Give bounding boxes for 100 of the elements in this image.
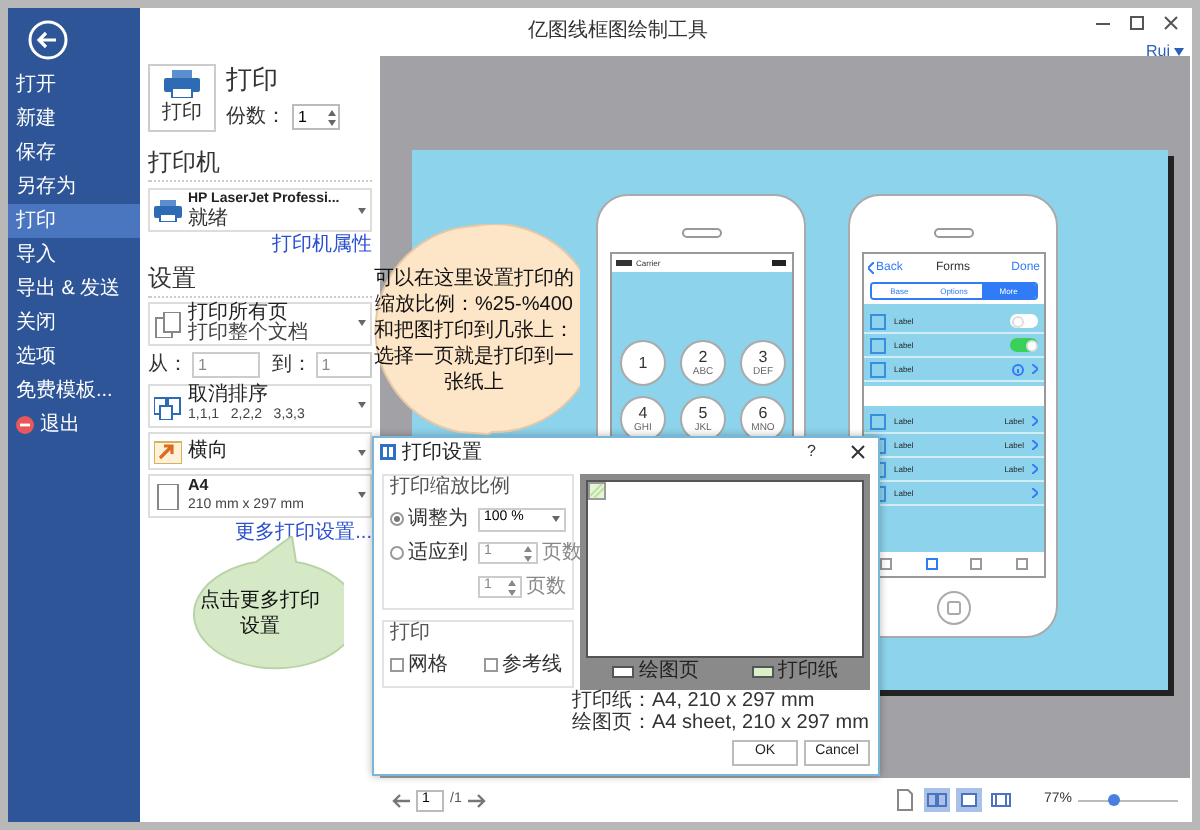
legend-label: 绘图页 bbox=[638, 660, 699, 682]
sidebar-item[interactable]: 免费模板... bbox=[8, 374, 140, 408]
section-heading: 打印机 bbox=[148, 144, 372, 182]
arrow-right-icon[interactable] bbox=[467, 793, 486, 807]
setting-title: 取消排序 bbox=[188, 386, 270, 406]
radio-option[interactable]: 调整为 bbox=[390, 504, 474, 534]
help-button[interactable]: ? bbox=[807, 440, 816, 464]
chevron-left-icon bbox=[868, 262, 874, 274]
chevron-right-icon bbox=[1032, 464, 1038, 474]
legend-label: 打印纸 bbox=[777, 660, 838, 682]
printer-properties-link[interactable]: 打印机属性 bbox=[272, 234, 372, 258]
caret-icon bbox=[358, 208, 366, 214]
section-heading: 设置 bbox=[148, 260, 372, 298]
window-title: 亿图线框图绘制工具 bbox=[528, 17, 708, 46]
print-button[interactable]: 打印 bbox=[148, 64, 216, 132]
printed-page-icon bbox=[588, 482, 606, 500]
signal-icon bbox=[616, 260, 632, 266]
chevron-right-icon bbox=[1032, 488, 1038, 498]
printer-status: 就绪 bbox=[188, 210, 230, 230]
sidebar-item[interactable]: 退出 bbox=[8, 408, 140, 442]
speech-bubble-tooltip: 可以在这里设置打印的 缩放比例：%25-%400 和把图打印到几张上： 选择一页就是打印到一 张纸上 bbox=[368, 224, 580, 436]
toggle-switch[interactable] bbox=[1010, 314, 1038, 328]
dialog-title: 打印设置 bbox=[402, 439, 482, 467]
from-label: 从： bbox=[148, 351, 188, 380]
checkbox-option[interactable]: 参考线 bbox=[484, 650, 562, 680]
spinner-icon bbox=[328, 109, 336, 125]
info-icon bbox=[1012, 363, 1024, 375]
sidebar-item[interactable]: 选项 bbox=[8, 340, 140, 374]
user-name[interactable]: Rui bbox=[1145, 40, 1170, 64]
caret-icon bbox=[552, 516, 560, 522]
setting-subtitle: 打印整个文档 bbox=[188, 324, 308, 344]
tab-icon[interactable] bbox=[880, 558, 893, 570]
tab-icon[interactable] bbox=[970, 558, 983, 570]
tab-icon[interactable] bbox=[925, 558, 938, 570]
speaker-icon bbox=[934, 228, 974, 238]
maximize-icon[interactable] bbox=[1128, 14, 1146, 32]
pages-icon bbox=[154, 311, 182, 337]
setting-dropdown[interactable]: 横向 bbox=[148, 432, 372, 470]
square-icon bbox=[870, 313, 886, 329]
info-text: 打印纸：A4, 210 x 297 mm bbox=[572, 690, 817, 712]
keypad-key[interactable]: 1 bbox=[620, 340, 666, 386]
dialog-icon bbox=[380, 444, 396, 460]
unit-label: 页数 bbox=[526, 574, 566, 602]
to-field[interactable]: 1 bbox=[315, 352, 372, 378]
view-mode-icon[interactable] bbox=[987, 788, 1014, 812]
sidebar-item[interactable]: 导入 bbox=[8, 238, 140, 272]
orientation-icon bbox=[154, 438, 182, 464]
from-field[interactable]: 1 bbox=[192, 352, 260, 378]
info-text: 绘图页：A4 sheet, 210 x 297 mm bbox=[572, 712, 870, 734]
sidebar-item[interactable]: 打印 bbox=[8, 204, 140, 238]
collate-icon bbox=[154, 393, 182, 419]
setting-title: 横向 bbox=[188, 441, 228, 461]
tab-icon[interactable] bbox=[1015, 558, 1028, 570]
to-label: 到： bbox=[271, 352, 312, 380]
printer-icon bbox=[154, 199, 182, 221]
caret-icon bbox=[358, 492, 366, 498]
chevron-right-icon bbox=[1032, 416, 1038, 426]
slider-thumb[interactable] bbox=[1107, 794, 1119, 806]
sidebar-item[interactable]: 导出 & 发送 bbox=[8, 272, 140, 306]
unit-label: 页数 bbox=[542, 540, 582, 568]
view-mode-icon[interactable] bbox=[891, 788, 918, 812]
exit-icon bbox=[16, 416, 34, 434]
group-label: 打印缩放比例 bbox=[390, 476, 512, 500]
sidebar-item[interactable]: 新建 bbox=[8, 102, 140, 136]
caret-icon bbox=[358, 402, 366, 408]
setting-title: 打印所有页 bbox=[188, 304, 288, 324]
spinner-icon bbox=[508, 579, 516, 595]
view-mode-icon[interactable] bbox=[923, 788, 950, 812]
spinner-icon bbox=[524, 545, 532, 561]
sidebar-item[interactable]: 另存为 bbox=[8, 170, 140, 204]
square-icon bbox=[870, 337, 886, 353]
caret-icon bbox=[358, 450, 366, 456]
zoom-slider[interactable] bbox=[1078, 794, 1178, 806]
page-icon bbox=[154, 483, 182, 509]
home-button-icon bbox=[936, 590, 972, 626]
back-icon[interactable] bbox=[28, 20, 68, 60]
section-heading: 打印 bbox=[226, 64, 280, 96]
copies-label: 份数： bbox=[226, 104, 286, 132]
close-icon[interactable] bbox=[1162, 14, 1180, 32]
battery-icon bbox=[772, 260, 788, 266]
radio-option[interactable]: 适应到 bbox=[390, 538, 474, 568]
view-mode-icon[interactable] bbox=[955, 788, 982, 812]
speaker-icon bbox=[682, 228, 722, 238]
toggle-switch[interactable] bbox=[1010, 338, 1038, 352]
sidebar-item[interactable]: 打开 bbox=[8, 68, 140, 102]
checkbox-option[interactable]: 网格 bbox=[390, 650, 448, 680]
setting-title: A4 bbox=[188, 476, 211, 496]
square-icon bbox=[870, 361, 886, 377]
chevron-right-icon bbox=[1032, 440, 1038, 450]
setting-dropdown[interactable]: 打印所有页 打印整个文档 bbox=[148, 302, 372, 346]
sidebar-item[interactable]: 关闭 bbox=[8, 306, 140, 340]
printer-icon bbox=[164, 69, 200, 97]
close-icon[interactable] bbox=[850, 444, 866, 460]
arrow-left-icon[interactable] bbox=[392, 793, 410, 807]
sidebar-item[interactable]: 保存 bbox=[8, 136, 140, 170]
square-icon bbox=[870, 413, 886, 429]
group-label: 打印 bbox=[390, 622, 432, 646]
copies-field[interactable]: 1 bbox=[292, 104, 340, 130]
chevron-right-icon bbox=[1032, 364, 1038, 374]
caret-icon bbox=[358, 320, 366, 326]
